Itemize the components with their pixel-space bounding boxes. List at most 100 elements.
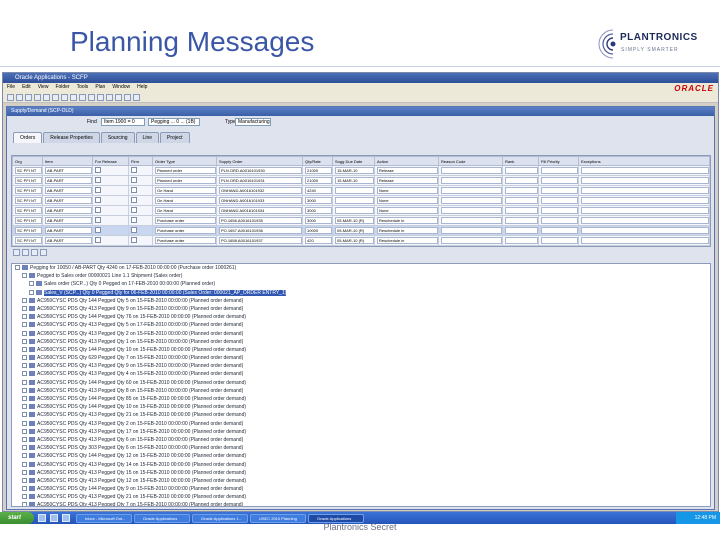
- first-record-icon[interactable]: [13, 249, 20, 256]
- cell-due-date[interactable]: 05-MAR-10 (R): [335, 237, 374, 244]
- menu-help[interactable]: Help: [137, 83, 147, 92]
- tree-node[interactable]: AC950CYSC PDS Qty 144 Pegged Qty 10 on 1…: [12, 346, 710, 354]
- cell-action[interactable]: None: [377, 187, 438, 194]
- menu-file[interactable]: File: [7, 83, 15, 92]
- expand-toggle-icon[interactable]: [22, 346, 27, 352]
- filter-org-field[interactable]: Item 1900 = 0: [101, 118, 145, 126]
- tree-node[interactable]: AC950CYSC PDS Qty 144 Pegged Qty 76 on 1…: [12, 313, 710, 321]
- cell-empty[interactable]: [541, 237, 578, 244]
- expand-toggle-icon[interactable]: [22, 469, 27, 475]
- cell-qty[interactable]: 3000: [305, 207, 332, 214]
- table-row[interactable]: SC PFI NT AB-PART Purchase order PO.1656.A0…: [12, 215, 710, 226]
- for-release-checkbox[interactable]: [95, 177, 101, 183]
- cell-order-type[interactable]: On Hand: [155, 187, 216, 194]
- column-header[interactable]: Supply Order: [216, 156, 303, 166]
- tree-node[interactable]: AC950CYSC PDS Qty 413 Pegged Qty 17 on 1…: [12, 428, 710, 436]
- cell-qty[interactable]: 21000: [305, 167, 332, 174]
- tree-node[interactable]: Sales_V (SCP...) Qty 0 Pegged Qty for 06…: [12, 289, 710, 297]
- cell-qty[interactable]: 21000: [305, 177, 332, 184]
- expand-toggle-icon[interactable]: [22, 338, 27, 344]
- cut-icon[interactable]: [70, 94, 77, 101]
- cell-org[interactable]: SC PFI NT: [15, 237, 42, 244]
- cell-org[interactable]: SC PFI NT: [15, 177, 42, 184]
- tree-node[interactable]: AC950CYSC PDS Qty 144 Pegged Qty 12 on 1…: [12, 452, 710, 460]
- column-header[interactable]: Rank: [502, 156, 539, 166]
- cell-qty[interactable]: 420: [305, 237, 332, 244]
- cell-empty[interactable]: [581, 227, 709, 234]
- column-header[interactable]: Action: [374, 156, 439, 166]
- cell-empty[interactable]: [505, 237, 538, 244]
- cell-qty[interactable]: 3000: [305, 197, 332, 204]
- tree-node[interactable]: AC950CYSC PDS Qty 413 Pegged Qty 8 on 15…: [12, 387, 710, 395]
- cell-item[interactable]: AB-PART: [45, 237, 92, 244]
- expand-toggle-icon[interactable]: [22, 330, 27, 336]
- copy-icon[interactable]: [79, 94, 86, 101]
- table-row[interactable]: SC PFI NT AB-PART Purchase order PO.1657.A0…: [12, 225, 710, 236]
- cell-org[interactable]: SC PFI NT: [15, 217, 42, 224]
- column-header[interactable]: Exceptions: [578, 156, 710, 166]
- cell-org[interactable]: SC PFI NT: [15, 187, 42, 194]
- for-release-checkbox[interactable]: [95, 167, 101, 173]
- cell-item[interactable]: AB-PART: [45, 227, 92, 234]
- column-header[interactable]: Order Type: [152, 156, 217, 166]
- expand-toggle-icon[interactable]: [22, 494, 27, 500]
- for-release-checkbox[interactable]: [131, 187, 137, 193]
- tree-node[interactable]: AC950CYSC PDS Qty 144 Pegged Qty 5 on 15…: [12, 297, 710, 305]
- tree-node[interactable]: AC950CYSC PDS Qty 144 Pegged Qty 10 on 1…: [12, 403, 710, 411]
- column-header[interactable]: Qty/Rate: [302, 156, 333, 166]
- cell-action[interactable]: Reschedule in: [377, 217, 438, 224]
- cell-item[interactable]: AB-PART: [45, 197, 92, 204]
- tab-sourcing[interactable]: Sourcing: [100, 132, 135, 143]
- tree-node[interactable]: AC950CYSC PDS Qty 413 Pegged Qty 2 on 15…: [12, 330, 710, 338]
- cell-org[interactable]: SC PFI NT: [15, 197, 42, 204]
- table-row[interactable]: SC PFI NT AB-PART Planned order PLN.ORD.A00…: [12, 165, 710, 176]
- expand-toggle-icon[interactable]: [22, 322, 27, 328]
- tree-node[interactable]: AC950CYSC PDS Qty 413 Pegged Qty 15 on 1…: [12, 469, 710, 477]
- for-release-checkbox[interactable]: [131, 227, 137, 233]
- expand-toggle-icon[interactable]: [22, 412, 27, 418]
- cell-item[interactable]: AB-PART: [45, 207, 92, 214]
- cell-action[interactable]: Release: [377, 167, 438, 174]
- translation-icon[interactable]: [61, 94, 68, 101]
- cell-empty[interactable]: [541, 177, 578, 184]
- tree-node[interactable]: AC950CYSC PDS Qty 413 Pegged Qty 6 on 15…: [12, 436, 710, 444]
- tree-node[interactable]: AC950CYSC PDS Qty 144 Pegged Qty 60 on 1…: [12, 379, 710, 387]
- cell-org[interactable]: SC PFI NT: [15, 167, 42, 174]
- tree-node[interactable]: Pegging for 10050 / AB-PART Qty 4240 on …: [12, 264, 710, 272]
- tree-node[interactable]: AC950CYSC PDS Qty 413 Pegged Qty 21 on 1…: [12, 493, 710, 501]
- expand-toggle-icon[interactable]: [22, 297, 27, 303]
- folder-icon[interactable]: [115, 94, 122, 101]
- tree-node[interactable]: AC950CYSC PDS Qty 413 Pegged Qty 9 on 15…: [12, 305, 710, 313]
- cell-empty[interactable]: [441, 227, 502, 234]
- open-icon[interactable]: [7, 94, 14, 101]
- cell-supply-order[interactable]: PO.1657.A0016101936: [219, 227, 302, 234]
- cell-supply-order[interactable]: PLN.ORD.A0016101930: [219, 167, 302, 174]
- cell-due-date[interactable]: [335, 197, 374, 204]
- last-record-icon[interactable]: [40, 249, 47, 256]
- expand-toggle-icon[interactable]: [22, 387, 27, 393]
- menu-plan[interactable]: Plan: [95, 83, 105, 92]
- cell-supply-order[interactable]: ONHAND.A0016101933: [219, 197, 302, 204]
- cell-action[interactable]: None: [377, 207, 438, 214]
- cell-due-date[interactable]: 15-MAR-10: [335, 177, 374, 184]
- for-release-checkbox[interactable]: [131, 207, 137, 213]
- expand-toggle-icon[interactable]: [15, 265, 20, 270]
- expand-toggle-icon[interactable]: [22, 371, 27, 377]
- cell-empty[interactable]: [581, 217, 709, 224]
- cell-action[interactable]: Reschedule in: [377, 237, 438, 244]
- expand-toggle-icon[interactable]: [22, 404, 27, 410]
- cell-empty[interactable]: [441, 217, 502, 224]
- tab-line[interactable]: Line: [135, 132, 159, 143]
- cell-empty[interactable]: [441, 207, 502, 214]
- column-header[interactable]: Reason Code: [438, 156, 503, 166]
- cell-org[interactable]: SC PFI NT: [15, 207, 42, 214]
- expand-toggle-icon[interactable]: [22, 486, 27, 492]
- cell-order-type[interactable]: On Hand: [155, 197, 216, 204]
- cell-empty[interactable]: [441, 167, 502, 174]
- cell-order-type[interactable]: On Hand: [155, 207, 216, 214]
- quicklaunch-desktop-icon[interactable]: [50, 514, 58, 522]
- paste-icon[interactable]: [88, 94, 95, 101]
- tree-node[interactable]: AC950CYSC PDS Qty 413 Pegged Qty 14 on 1…: [12, 461, 710, 469]
- next-record-icon[interactable]: [31, 249, 38, 256]
- cell-empty[interactable]: [541, 197, 578, 204]
